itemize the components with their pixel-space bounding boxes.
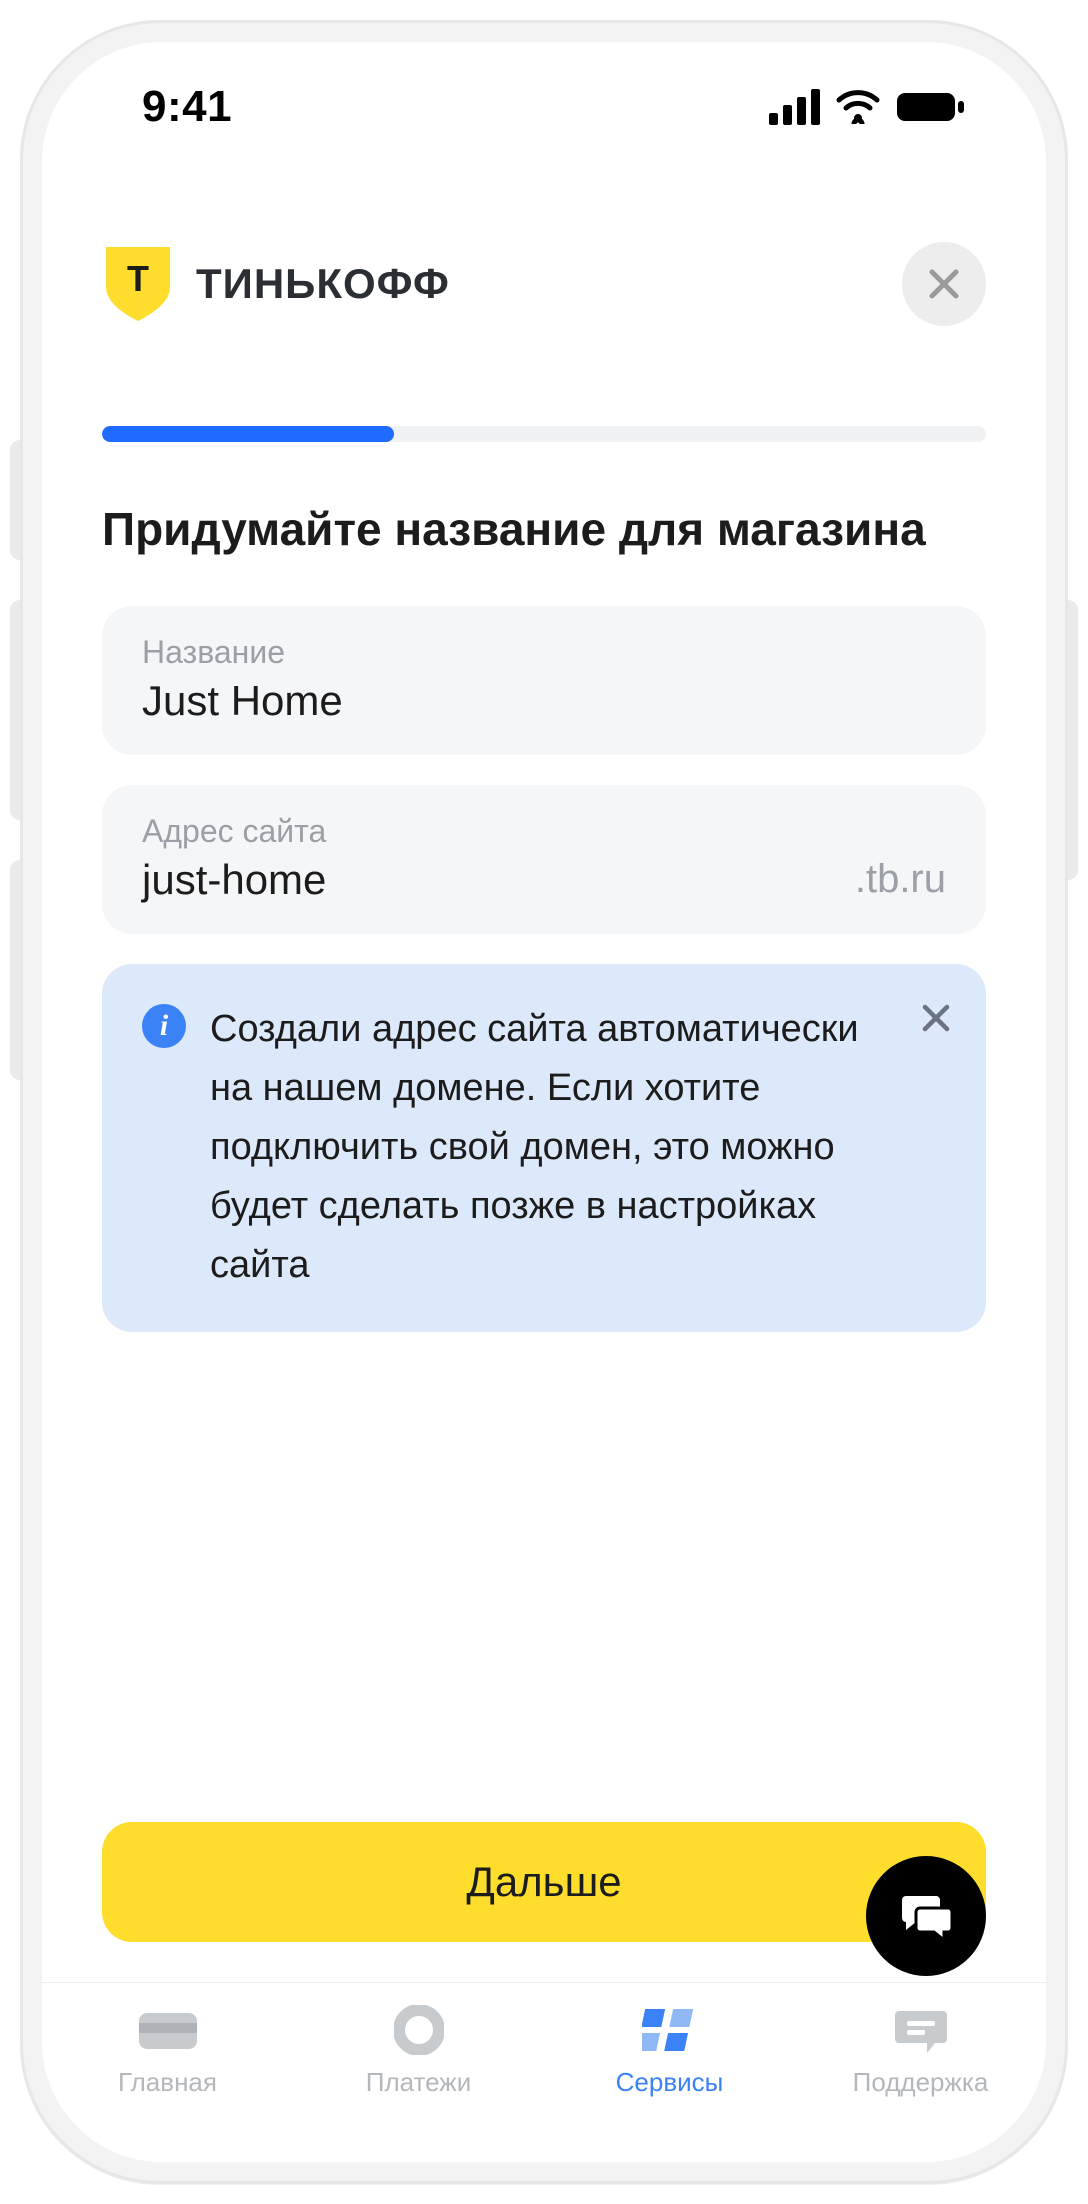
cellular-icon — [769, 89, 820, 125]
app-header: T ТИНЬКОФФ — [42, 172, 1046, 366]
tab-home[interactable]: Главная — [42, 2005, 293, 2098]
phone-frame: 9:41 T ТИНЬКОФФ — [20, 20, 1068, 2184]
next-button[interactable]: Дальше — [102, 1822, 986, 1942]
progress-fill — [102, 426, 394, 442]
store-name-value: Just Home — [142, 677, 946, 725]
progress-bar — [42, 366, 1046, 442]
info-dismiss-button[interactable] — [918, 1000, 954, 1036]
svg-text:T: T — [127, 258, 149, 299]
status-time: 9:41 — [142, 82, 232, 132]
footer: Дальше — [42, 1822, 1046, 1982]
info-text: Создали адрес сайта автоматически на наш… — [210, 1000, 946, 1294]
site-address-label: Адрес сайта — [142, 813, 946, 850]
store-name-field[interactable]: Название Just Home — [102, 606, 986, 755]
form: Название Just Home Адрес сайта just-home… — [42, 556, 1046, 1822]
status-bar: 9:41 — [42, 42, 1046, 172]
info-banner: i Создали адрес сайта автоматически на н… — [102, 964, 986, 1332]
info-icon: i — [142, 1004, 186, 1048]
site-address-value: just-home — [142, 856, 326, 904]
tab-label: Платежи — [366, 2067, 471, 2098]
page-title: Придумайте название для магазина — [42, 442, 1046, 556]
site-address-field[interactable]: Адрес сайта just-home .tb.ru — [102, 785, 986, 934]
close-icon — [926, 266, 962, 302]
tab-services[interactable]: Сервисы — [544, 2005, 795, 2098]
brand-logo-icon: T — [102, 243, 174, 325]
screen: 9:41 T ТИНЬКОФФ — [42, 42, 1046, 2162]
brand: T ТИНЬКОФФ — [102, 243, 450, 325]
tab-payments[interactable]: Платежи — [293, 2005, 544, 2098]
tab-support[interactable]: Поддержка — [795, 2005, 1046, 2098]
grid-icon — [639, 2005, 701, 2055]
wifi-icon — [836, 90, 880, 124]
battery-icon — [896, 90, 966, 124]
circle-icon — [388, 2005, 450, 2055]
tab-label: Главная — [118, 2067, 217, 2098]
chat-fab[interactable] — [866, 1856, 986, 1976]
chat-icon — [896, 1886, 956, 1946]
tab-bar: Главная Платежи — [42, 1982, 1046, 2162]
store-name-label: Название — [142, 634, 946, 671]
brand-name: ТИНЬКОФФ — [196, 260, 450, 308]
close-icon — [918, 1000, 954, 1036]
status-icons — [769, 89, 966, 125]
tab-label: Сервисы — [616, 2067, 724, 2098]
site-address-suffix: .tb.ru — [855, 857, 946, 904]
card-icon — [137, 2005, 199, 2055]
tab-label: Поддержка — [853, 2067, 989, 2098]
support-chat-icon — [890, 2005, 952, 2055]
close-button[interactable] — [902, 242, 986, 326]
